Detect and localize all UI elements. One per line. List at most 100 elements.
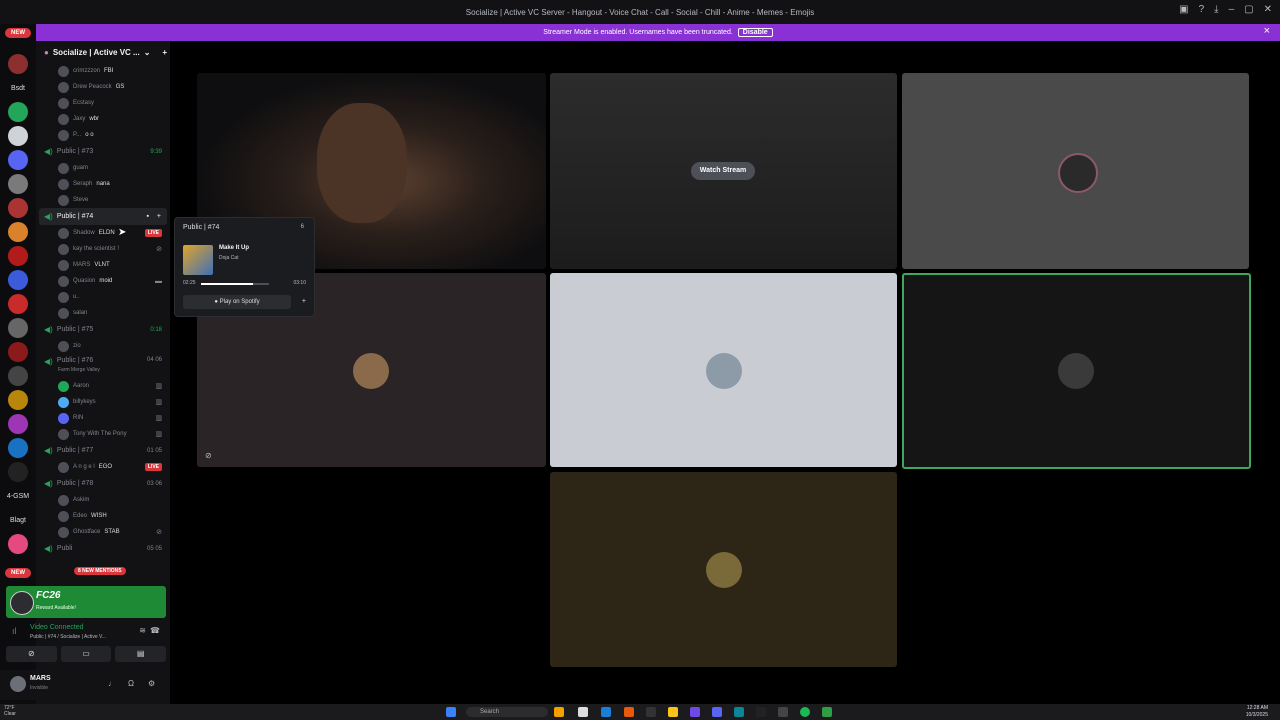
help-icon[interactable]: ? (1199, 4, 1205, 15)
member-item[interactable]: RIN ▥ (36, 410, 170, 426)
voice-status[interactable]: Video Connected (30, 624, 84, 631)
server-folder-label[interactable]: Bsdt (2, 85, 34, 92)
member-item[interactable]: Steve (36, 192, 170, 208)
server-icon[interactable] (8, 102, 28, 122)
signal-icon[interactable]: ıl (12, 626, 17, 636)
server-icon[interactable] (8, 438, 28, 458)
settings-gear-icon[interactable]: ⚙ (148, 679, 155, 688)
video-tile-speaking[interactable] (902, 273, 1251, 469)
member-item[interactable]: zio (36, 338, 170, 354)
disconnect-icon[interactable]: ☎ (150, 626, 160, 635)
server-icon[interactable] (8, 246, 28, 266)
member-item[interactable]: Shadow ELDN LIVE (36, 225, 170, 241)
server-icon[interactable] (8, 198, 28, 218)
server-icon[interactable] (8, 54, 28, 74)
server-icon[interactable] (8, 390, 28, 410)
member-item[interactable]: salan (36, 305, 170, 321)
invite-icon[interactable]: + (157, 213, 161, 220)
disable-button[interactable]: Disable (737, 28, 773, 37)
system-clock[interactable]: 12:28 AM 10/3/2025 (1246, 705, 1268, 719)
member-item[interactable]: crimzzzon FBI (36, 63, 170, 79)
server-icon[interactable] (8, 294, 28, 314)
voice-channel[interactable]: ◀) Public | #75 0:18 (36, 321, 170, 338)
voice-channel[interactable]: ◀) Public | #73 9:39 (36, 143, 170, 160)
server-icon[interactable] (8, 174, 28, 194)
member-item[interactable]: Tony With The Pony ▥ (36, 426, 170, 442)
promo-banner[interactable]: FC26 Reward Available! (6, 586, 166, 618)
voice-channel[interactable]: ◀) Publi 05 05 (36, 540, 170, 557)
member-item[interactable]: P... o o (36, 127, 170, 143)
close-icon[interactable]: × (1264, 25, 1270, 37)
member-item[interactable]: Ecstasy (36, 95, 170, 111)
chat-icon[interactable]: ▪ (147, 213, 149, 220)
minimize-button[interactable]: – (1229, 4, 1235, 15)
download-icon[interactable]: ⤓ (1214, 4, 1218, 15)
member-item[interactable]: A n g e l EGO LIVE (36, 459, 170, 475)
taskbar-app-icon[interactable] (578, 707, 588, 717)
member-item[interactable]: Quasion moid ▬ (36, 273, 170, 289)
server-icon[interactable] (8, 366, 28, 386)
noise-suppression-icon[interactable]: ≋ (139, 626, 146, 635)
member-item[interactable]: Edeo WISH (36, 508, 170, 524)
voice-channel[interactable]: ◀) Public | #77 01 05 (36, 442, 170, 459)
taskbar-app-icon[interactable] (756, 707, 766, 717)
taskbar-search[interactable]: Search (466, 707, 548, 717)
play-on-spotify-button[interactable]: ● Play on Spotify (183, 295, 291, 309)
taskbar-app-icon[interactable] (554, 707, 564, 717)
taskbar-app-icon[interactable] (646, 707, 656, 717)
avatar[interactable] (10, 676, 26, 692)
camera-off-button[interactable]: ⊘ (6, 646, 57, 662)
member-item[interactable]: Askim (36, 492, 170, 508)
video-tile-avatar[interactable] (902, 73, 1249, 269)
server-icon[interactable] (8, 342, 28, 362)
server-icon[interactable] (8, 270, 28, 290)
folder-icon[interactable] (668, 707, 678, 717)
member-item[interactable]: guam (36, 160, 170, 176)
server-header[interactable]: ● Socialize | Active VC ... ⌄ + (36, 41, 170, 63)
video-tile-avatar[interactable] (550, 273, 897, 467)
user-name[interactable]: MARS (30, 675, 51, 682)
member-item[interactable]: Drew Peacock GS (36, 79, 170, 95)
server-icon[interactable] (8, 462, 28, 482)
voice-channel[interactable]: ◀) Public | #78 03 06 (36, 475, 170, 492)
server-folder-label[interactable]: Blagt (2, 517, 34, 524)
taskbar-app-icon[interactable] (822, 707, 832, 717)
screen-share-button[interactable]: ▭ (60, 646, 112, 662)
server-icon[interactable] (8, 150, 28, 170)
mic-icon[interactable]: ♩ (108, 679, 116, 688)
voice-channel-active[interactable]: ◀) Public | #74 ▪ + (39, 208, 167, 225)
taskbar-app-icon[interactable] (601, 707, 611, 717)
taskbar-app-icon[interactable] (778, 707, 788, 717)
member-item[interactable]: Seraph nana (36, 176, 170, 192)
server-icon[interactable] (8, 534, 28, 554)
server-icon[interactable] (8, 126, 28, 146)
add-member-icon[interactable]: + (162, 48, 167, 57)
discord-icon[interactable] (712, 707, 722, 717)
weather-widget[interactable]: 72°F Clear (4, 705, 16, 717)
voice-location[interactable]: Public | #74 / Socialize | Active V... (30, 634, 106, 640)
member-item[interactable]: u.. (36, 289, 170, 305)
member-item[interactable]: Aaron ▥ (36, 378, 170, 394)
server-folder-label[interactable]: 4-GSM (2, 493, 34, 500)
start-menu-icon[interactable] (446, 707, 456, 717)
close-window-button[interactable]: ✕ (1264, 4, 1272, 15)
new-mentions-pill[interactable]: 8 NEW MENTIONS (74, 567, 126, 575)
activities-button[interactable]: ▤ (115, 646, 167, 662)
voice-channel[interactable]: ◀) Public | #76 04 06 Farm Merge Valley (36, 354, 170, 378)
inbox-icon[interactable]: ▣ (1179, 4, 1188, 15)
taskbar-app-icon[interactable] (624, 707, 634, 717)
watch-stream-button[interactable]: Watch Stream (691, 162, 755, 180)
member-item[interactable]: Jaxy wbr (36, 111, 170, 127)
headphones-icon[interactable]: Ω (128, 679, 134, 688)
server-icon[interactable] (8, 318, 28, 338)
maximize-button[interactable]: ▢ (1244, 4, 1253, 15)
add-friend-icon[interactable]: + (302, 298, 306, 305)
member-item[interactable]: Ghostface STAB ⊘ (36, 524, 170, 540)
server-icon[interactable] (8, 222, 28, 242)
spotify-icon[interactable] (800, 707, 810, 717)
video-tile-avatar[interactable] (550, 472, 897, 667)
member-item[interactable]: MARS VLNT (36, 257, 170, 273)
member-item[interactable]: kay the scientist ! ⊘ (36, 241, 170, 257)
edge-icon[interactable] (734, 707, 744, 717)
taskbar-app-icon[interactable] (690, 707, 700, 717)
